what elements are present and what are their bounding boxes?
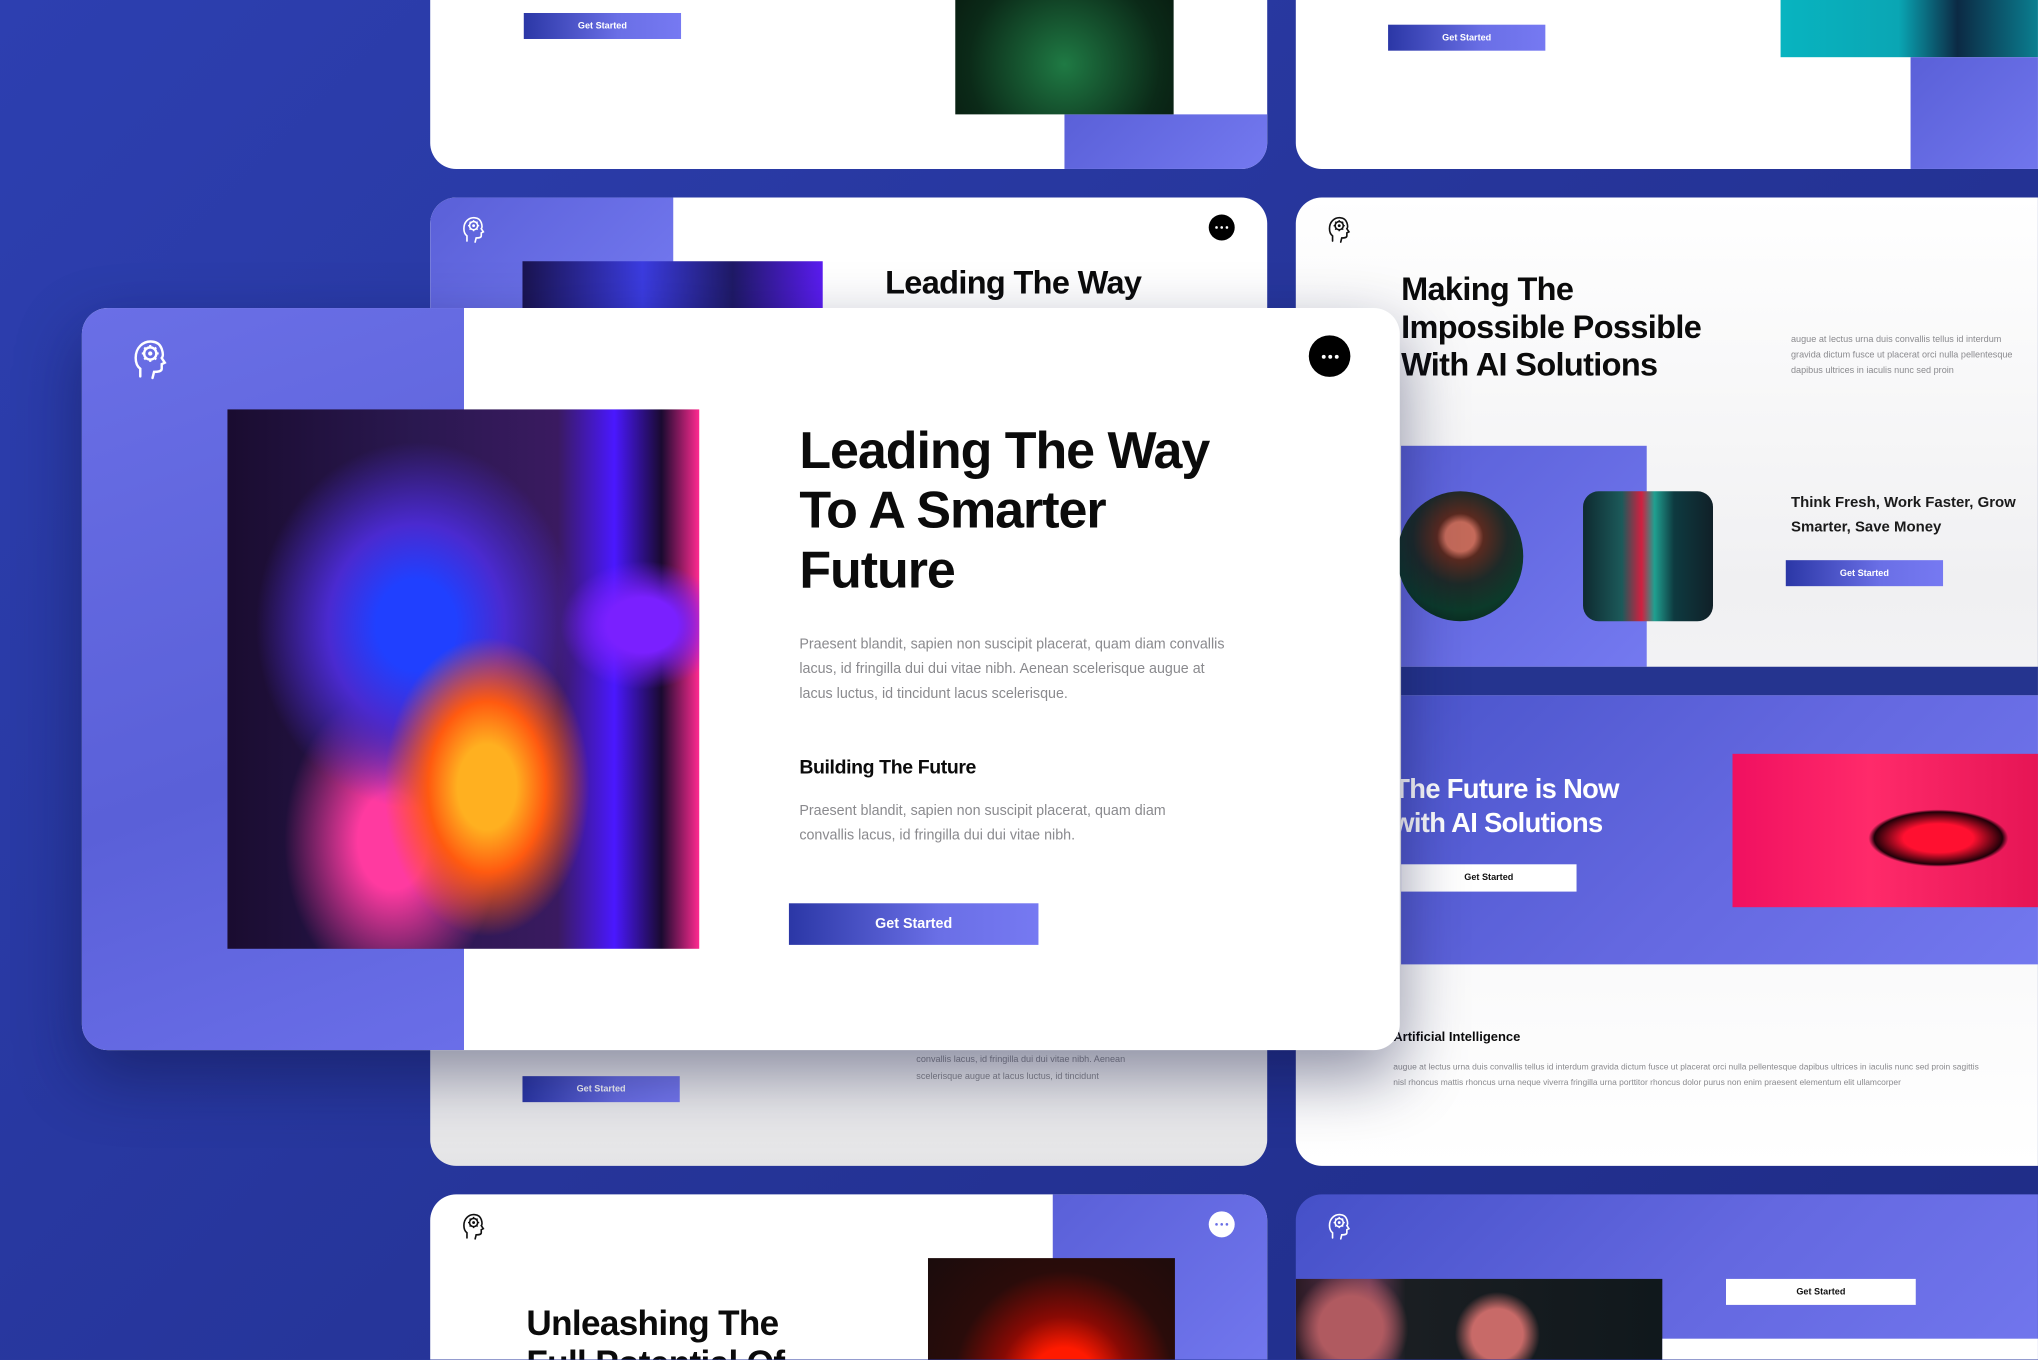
slide-text: augue at lectus urna duis convallis tell…: [1791, 333, 2013, 380]
slide-title: Unleashing The Full Potential Of: [526, 1303, 785, 1360]
title-line: Impossible Possible: [1401, 309, 1702, 346]
text-line: gravida dictum fusce ut placerat orci nu…: [1790, 350, 2013, 361]
slide-title: Leading The Way: [885, 265, 1142, 302]
section-text: augue at lectus urna duis convallis tell…: [1393, 1061, 1979, 1092]
slide-text: convallis lacus, id fringilla dui dui vi…: [916, 1051, 1125, 1085]
neon-portrait-image: [227, 409, 700, 949]
slide-image: [955, 0, 1174, 115]
get-started-button[interactable]: Get Started: [523, 12, 682, 39]
text-line: scelerisque augue at lacus luctus, id ti…: [916, 1072, 1099, 1082]
get-started-button[interactable]: Get Started: [1785, 560, 1944, 587]
portrait-image: [1397, 491, 1524, 622]
slide-deck-preview: Get Started Get Started Leading The Way …: [0, 0, 2038, 1360]
title-line: To A Smarter: [799, 482, 1106, 540]
slide-subtitle: Building The Future: [799, 756, 977, 779]
brain-gear-head-icon: [130, 337, 169, 380]
slide-bottom-right[interactable]: Get Started: [1295, 1194, 2038, 1360]
brain-gear-head-icon: [460, 1211, 486, 1240]
more-dots-icon[interactable]: [1308, 335, 1351, 377]
white-panel: [1662, 1338, 2038, 1360]
text-line: convallis lacus, id fringilla dui dui vi…: [799, 827, 1076, 844]
title-line: Full Potential Of: [526, 1344, 785, 1360]
slide-paragraph-2: Praesent blandit, sapien non suscipit pl…: [799, 799, 1165, 848]
text-line: convallis lacus, id fringilla dui dui vi…: [916, 1055, 1126, 1065]
brain-gear-head-icon: [1326, 214, 1352, 243]
text-line: lacus, id fringilla dui dui vitae nibh. …: [799, 661, 1205, 678]
title-line: Making The: [1401, 271, 1574, 309]
slide-paragraph: Praesent blandit, sapien non suscipit pl…: [799, 633, 1224, 707]
slide-title: Making The Impossible Possible With AI S…: [1401, 271, 1702, 385]
title-line: Future: [799, 541, 956, 600]
text-line: Think Fresh, Work Faster, Grow: [1790, 495, 2016, 511]
tagline: Think Fresh, Work Faster, Grow Smarter, …: [1791, 491, 2016, 540]
slide-top-left[interactable]: Get Started: [430, 0, 1268, 169]
slide-bottom-left[interactable]: Unleashing The Full Potential Of: [430, 1194, 1268, 1360]
title-line: The Future is Now: [1393, 774, 1619, 805]
get-started-button[interactable]: Get Started: [788, 903, 1039, 945]
text-line: lacus luctus, id tincidunt lacus sceleri…: [799, 686, 1068, 702]
slide-image: [1780, 0, 2038, 58]
brain-gear-head-icon: [460, 214, 486, 243]
title-line: Unleashing The: [526, 1303, 779, 1343]
title-line: With AI Solutions: [1401, 347, 1658, 384]
get-started-button[interactable]: Get Started: [522, 1076, 680, 1103]
text-line: augue at lectus urna duis convallis tell…: [1393, 1063, 1979, 1073]
text-line: Smarter, Save Money: [1790, 519, 1942, 536]
get-started-button[interactable]: Get Started: [1401, 864, 1577, 892]
get-started-button[interactable]: Get Started: [1388, 24, 1546, 51]
neon-sign-image: [927, 1258, 1175, 1360]
section-title: Artificial Intelligence: [1393, 1030, 1521, 1045]
text-line: nisl rhoncus mattis rhoncus urna neque v…: [1393, 1078, 1901, 1088]
slide-main[interactable]: Leading The Way To A Smarter Future Prae…: [81, 308, 1400, 1051]
more-dots-icon[interactable]: [1208, 1211, 1235, 1238]
slide-top-right[interactable]: Get Started: [1295, 0, 2038, 169]
slide-middle-right[interactable]: Making The Impossible Possible With AI S…: [1295, 197, 2038, 1166]
banner-title: The Future is Now with AI Solutions: [1393, 773, 1619, 841]
title-line: with AI Solutions: [1393, 808, 1603, 839]
get-started-button[interactable]: Get Started: [1726, 1278, 1916, 1305]
text-line: Praesent blandit, sapien non suscipit pl…: [799, 803, 1166, 819]
accent-block: [1910, 57, 2038, 169]
title-line: Leading The Way: [799, 422, 1210, 480]
city-image: [1583, 491, 1714, 622]
accent-block: [1064, 114, 1268, 169]
divider-band: [1401, 666, 2038, 696]
portrait-image: [1295, 1278, 1663, 1360]
brain-gear-head-icon: [1326, 1211, 1352, 1240]
neon-corridor-image: [1732, 753, 2038, 908]
more-dots-icon[interactable]: [1208, 214, 1235, 241]
slide-title: Leading The Way To A Smarter Future: [799, 421, 1210, 600]
text-line: dapibus ultrices in iaculis nunc sed pro…: [1790, 366, 1954, 376]
slide-image: [522, 261, 823, 314]
text-line: Praesent blandit, sapien non suscipit pl…: [799, 636, 1225, 653]
text-line: augue at lectus urna duis convallis tell…: [1790, 335, 2002, 345]
